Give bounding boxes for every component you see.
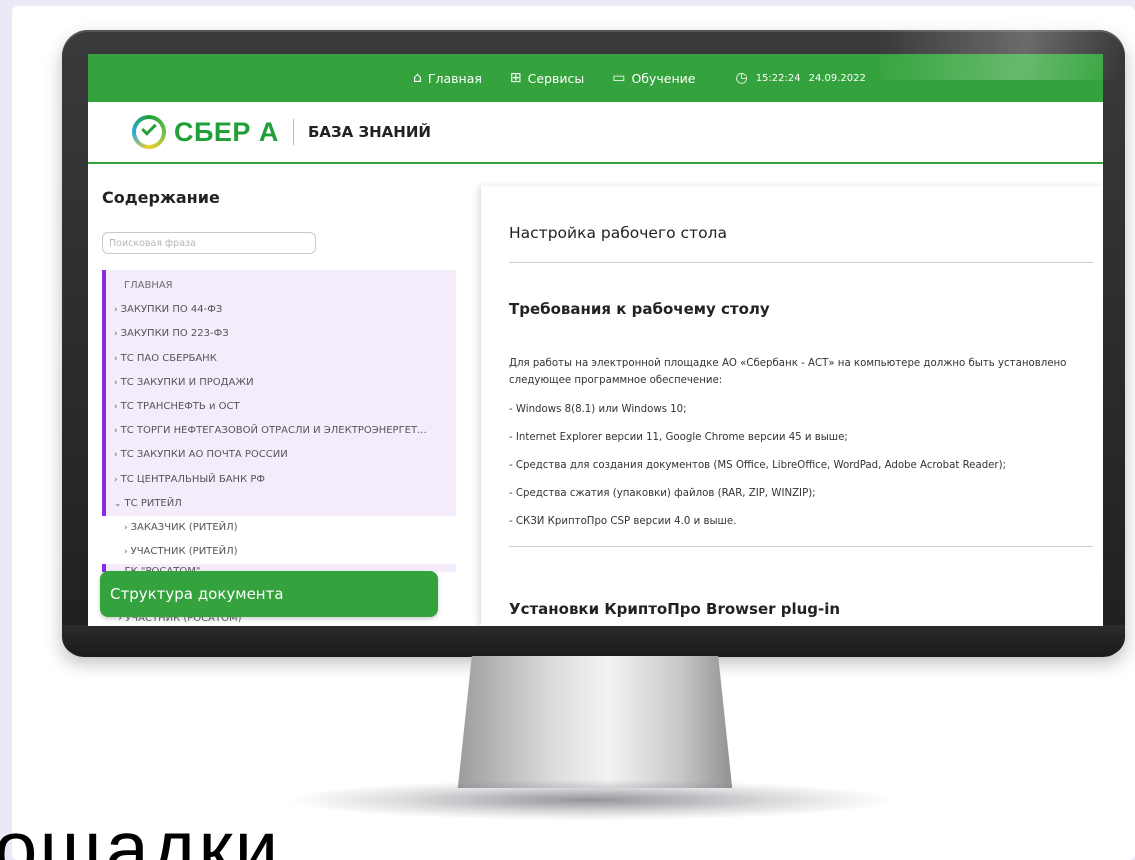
checkmark-icon — [141, 120, 157, 136]
toc-item-label: ЗАКУПКИ ПО 44-ФЗ — [120, 304, 223, 316]
clock-date: 24.09.2022 — [808, 72, 866, 84]
clock-display: ◷ 15:22:24 24.09.2022 — [735, 70, 865, 86]
toc-item[interactable]: › ТС ЗАКУПКИ И ПРОДАЖИ — [106, 371, 456, 395]
toc-item-label: ЗАКАЗЧИК (РИТЕЙЛ) — [130, 521, 238, 533]
monitor-stand — [457, 656, 733, 788]
toc-item-label: ТС ЦЕНТРАЛЬНЫЙ БАНК РФ — [120, 473, 265, 485]
chevron-right-icon: › — [114, 401, 118, 412]
article-content: Настройка рабочего стола Требования к ра… — [481, 186, 1103, 626]
toc-item[interactable]: › ТС ТРАНСНЕФТЬ и ОСТ — [106, 395, 456, 419]
section-heading: Установки КриптоПро Browser plug-in — [509, 600, 841, 618]
logo-divider — [292, 119, 294, 145]
toc-subitem[interactable]: › УЧАСТНИК (РИТЕЙЛ) — [102, 540, 456, 565]
requirement-item: - СКЗИ КриптоПро CSP версии 4.0 и выше. — [509, 516, 737, 527]
section-heading: Требования к рабочему столу — [509, 300, 770, 318]
chevron-down-icon: ⌄ — [114, 498, 122, 509]
divider — [509, 546, 1093, 547]
toc-item[interactable]: › ТС ТОРГИ НЕФТЕГАЗОВОЙ ОТРАСЛИ И ЭЛЕКТРО… — [106, 419, 456, 443]
chevron-right-icon: › — [114, 305, 118, 316]
nav-learning-label: Обучение — [631, 70, 696, 86]
intro-paragraph: Для работы на электронной площадке АО «С… — [509, 358, 1067, 386]
chevron-right-icon: › — [114, 329, 118, 340]
clock-time: 15:22:24 — [755, 72, 801, 84]
toc-list: ГЛАВНАЯ › ЗАКУПКИ ПО 44-ФЗ › ЗАКУПКИ ПО 22… — [102, 270, 456, 576]
toc-item[interactable]: ГЛАВНАЯ — [106, 274, 456, 298]
nav-services[interactable]: ⊞ Сервисы — [510, 70, 584, 86]
requirement-item: - Средства для создания документов (MS O… — [509, 460, 1007, 471]
chevron-right-icon: › — [124, 547, 128, 558]
toc-item-label: ТС ТОРГИ НЕФТЕГАЗОВОЙ ОТРАСЛИ И ЭЛЕКТРОЭ… — [120, 425, 427, 437]
monitor-chin — [62, 625, 1125, 657]
document-structure-button[interactable]: Структура документа — [100, 571, 438, 617]
toc-item-label: УЧАСТНИК (РИТЕЙЛ) — [130, 546, 238, 558]
chevron-right-icon: › — [114, 353, 118, 364]
toc-item-expanded[interactable]: ⌄ ТС РИТЕЙЛ — [106, 492, 456, 516]
toc-item-label: ТС ЗАКУПКИ АО ПОЧТА РОССИИ — [120, 449, 288, 461]
chevron-right-icon: › — [124, 522, 128, 533]
nav-services-label: Сервисы — [527, 70, 585, 86]
home-icon: ⌂ — [413, 70, 422, 86]
nav-home[interactable]: ⌂ Главная — [413, 70, 482, 86]
toc-item-label: ТС РИТЕЙЛ — [124, 497, 182, 509]
top-navigation-bar: ⌂ Главная ⊞ Сервисы ▭ Обучение ◷ 15:22:2… — [88, 54, 1103, 102]
toc-item-label: ГЛАВНАЯ — [124, 280, 173, 291]
toc-item[interactable]: › ЗАКУПКИ ПО 223-ФЗ — [106, 322, 456, 346]
toc-item[interactable]: › ЗАКУПКИ ПО 44-ФЗ — [106, 298, 456, 322]
logo-bar: СБЕР А БАЗА ЗНАНИЙ — [88, 102, 1103, 164]
chevron-right-icon: › — [114, 474, 118, 485]
toc-item-label: ТС ЗАКУПКИ И ПРОДАЖИ — [120, 376, 254, 388]
sber-logo-icon[interactable] — [132, 115, 166, 149]
divider — [509, 262, 1093, 263]
monitor-stand-shadow — [290, 780, 890, 820]
toc-item[interactable]: › ТС ЦЕНТРАЛЬНЫЙ БАНК РФ — [106, 468, 456, 492]
chevron-right-icon: › — [114, 450, 118, 461]
clock-icon: ◷ — [735, 70, 748, 86]
overlay-caption: ощадки — [0, 804, 281, 860]
nav-learning[interactable]: ▭ Обучение — [612, 70, 695, 86]
requirement-item: - Средства сжатия (упаковки) файлов (RAR… — [509, 488, 816, 499]
requirement-item: - Internet Explorer версии 11, Google Ch… — [509, 432, 848, 443]
toc-title: Содержание — [102, 188, 220, 207]
toc-item[interactable]: › ТС ПАО СБЕРБАНК — [106, 347, 456, 371]
toc-item-label: ЗАКУПКИ ПО 223-ФЗ — [120, 328, 229, 340]
toc-item-label: ТС ПАО СБЕРБАНК — [120, 352, 217, 364]
book-icon: ▭ — [612, 70, 626, 86]
section-title: БАЗА ЗНАНИЙ — [307, 123, 431, 141]
article-title: Настройка рабочего стола — [509, 224, 727, 242]
requirement-item: - Windows 8(8.1) или Windows 10; — [509, 404, 687, 415]
toc-item-label: ТС ТРАНСНЕФТЬ и ОСТ — [120, 400, 240, 412]
grid-icon: ⊞ — [509, 70, 522, 86]
monitor-screen: ⌂ Главная ⊞ Сервисы ▭ Обучение ◷ 15:22:2… — [88, 54, 1103, 626]
chevron-right-icon: › — [114, 377, 118, 388]
toc-item[interactable]: › ТС ЗАКУПКИ АО ПОЧТА РОССИИ — [106, 443, 456, 467]
toc-subitem[interactable]: › ЗАКАЗЧИК (РИТЕЙЛ) — [102, 515, 456, 541]
sidebar: Содержание ГЛАВНАЯ ›ЗАКУПКИ ПО 44-ФЗ ›ЗА… — [88, 166, 476, 626]
nav-home-label: Главная — [427, 70, 482, 86]
brand-name[interactable]: СБЕР А — [174, 117, 279, 148]
chevron-right-icon: › — [114, 426, 118, 437]
search-input[interactable] — [102, 232, 316, 254]
